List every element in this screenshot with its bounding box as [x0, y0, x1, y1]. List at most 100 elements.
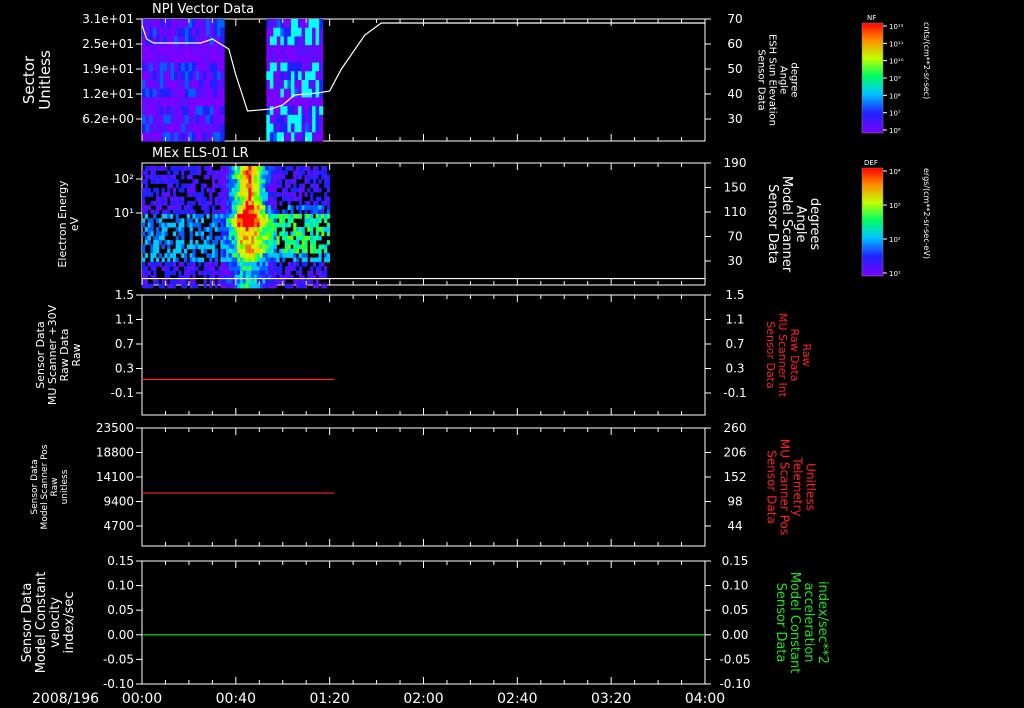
heatmap-cell — [184, 88, 190, 99]
heatmap-cell — [158, 240, 163, 245]
heatmap-cell — [191, 62, 197, 72]
heatmap-cell — [231, 231, 235, 237]
heatmap-cell — [256, 174, 261, 180]
heatmap-cell — [324, 270, 328, 276]
heatmap-cell — [195, 283, 199, 289]
heatmap-cell — [198, 261, 202, 267]
heatmap-cell — [301, 53, 306, 64]
heatmap-cell — [310, 209, 314, 215]
heatmap-cell — [144, 209, 149, 215]
heatmap-cell — [290, 266, 294, 271]
heatmap-cell — [326, 187, 331, 193]
heatmap-cell — [203, 266, 207, 271]
heatmap-cell — [273, 174, 277, 180]
heatmap-cell — [268, 244, 272, 250]
heatmap-cell — [248, 192, 252, 197]
heatmap-cell — [144, 183, 149, 189]
heatmap-cell — [259, 283, 263, 289]
heatmap-cell — [150, 266, 154, 271]
heatmap-cell — [145, 88, 150, 99]
heatmap-cell — [181, 231, 185, 237]
heatmap-cell — [315, 279, 319, 285]
heatmap-cell — [202, 62, 207, 72]
heatmap-cell — [256, 270, 261, 276]
heatmap-cell — [163, 97, 168, 107]
heatmap-cell — [175, 179, 179, 184]
heatmap-cell — [164, 222, 168, 228]
heatmap-cell — [223, 231, 227, 237]
heatmap-cell — [184, 209, 188, 215]
heatmap-cell — [220, 132, 225, 142]
heatmap-cell — [203, 183, 207, 189]
heatmap-cell — [156, 209, 160, 215]
heatmap-cell — [273, 196, 277, 202]
heatmap-cell — [290, 231, 294, 237]
heatmap-cell — [297, 27, 303, 38]
heatmap-cell — [305, 71, 310, 81]
heatmap-cell — [310, 227, 314, 232]
heatmap-cell — [209, 88, 214, 99]
heatmap-cell — [203, 244, 207, 250]
heatmap-cell — [245, 257, 249, 263]
heatmap-cell — [256, 266, 261, 271]
heatmap-cell — [177, 71, 182, 81]
heatmap-cell — [144, 279, 149, 285]
heatmap-cell — [163, 27, 168, 38]
heatmap-cell — [213, 62, 218, 72]
heatmap-cell — [200, 187, 205, 193]
heatmap-cell — [266, 106, 271, 116]
heatmap-cell — [282, 170, 286, 176]
heatmap-cell — [324, 200, 328, 206]
heatmap-cell — [319, 123, 324, 133]
heatmap-cell — [310, 170, 314, 176]
heatmap-cell — [150, 261, 154, 267]
right-axis-title: Sensor Data — [765, 184, 780, 264]
heatmap-cell — [178, 166, 182, 171]
heatmap-cell — [254, 270, 258, 276]
heatmap-cell — [206, 205, 210, 210]
heatmap-cell — [159, 106, 165, 116]
heatmap-cell — [298, 205, 303, 210]
heatmap-cell — [254, 257, 258, 263]
heatmap-cell — [282, 209, 286, 215]
heatmap-cell — [231, 266, 235, 271]
heatmap-cell — [153, 187, 157, 193]
heatmap-cell — [237, 179, 241, 184]
heatmap-cell — [163, 53, 168, 64]
heatmap-cell — [181, 36, 186, 46]
heatmap-cell — [192, 244, 196, 250]
heatmap-cell — [319, 27, 324, 38]
heatmap-cell — [158, 231, 163, 237]
heatmap-cell — [265, 174, 269, 180]
heatmap-cell — [198, 196, 202, 202]
heatmap-cell — [298, 213, 303, 219]
heatmap-cell — [172, 174, 177, 180]
heatmap-cell — [315, 200, 319, 206]
right-tick-label: 0.3 — [725, 362, 744, 376]
heatmap-cell — [273, 222, 277, 228]
heatmap-cell — [159, 71, 165, 81]
heatmap-cell — [304, 213, 308, 219]
heatmap-cell — [216, 80, 222, 90]
heatmap-cell — [315, 213, 319, 219]
heatmap-cell — [228, 192, 233, 197]
heatmap-cell — [220, 270, 224, 276]
heatmap-cell — [209, 196, 213, 202]
heatmap-cell — [242, 205, 247, 210]
heatmap-cell — [319, 97, 324, 107]
heatmap-cell — [167, 192, 171, 197]
heatmap-cell — [195, 36, 200, 46]
heatmap-cell — [159, 53, 165, 64]
heatmap-cell — [178, 240, 182, 245]
heatmap-cell — [178, 227, 182, 232]
heatmap-cell — [287, 244, 291, 250]
heatmap-cell — [283, 106, 289, 116]
heatmap-cell — [307, 174, 311, 180]
heatmap-cell — [276, 132, 282, 142]
heatmap-cell — [172, 205, 177, 210]
heatmap-cell — [156, 62, 161, 72]
heatmap-cell — [265, 192, 269, 197]
heatmap-cell — [290, 209, 294, 215]
heatmap-cell — [199, 80, 204, 90]
heatmap-cell — [181, 196, 185, 202]
